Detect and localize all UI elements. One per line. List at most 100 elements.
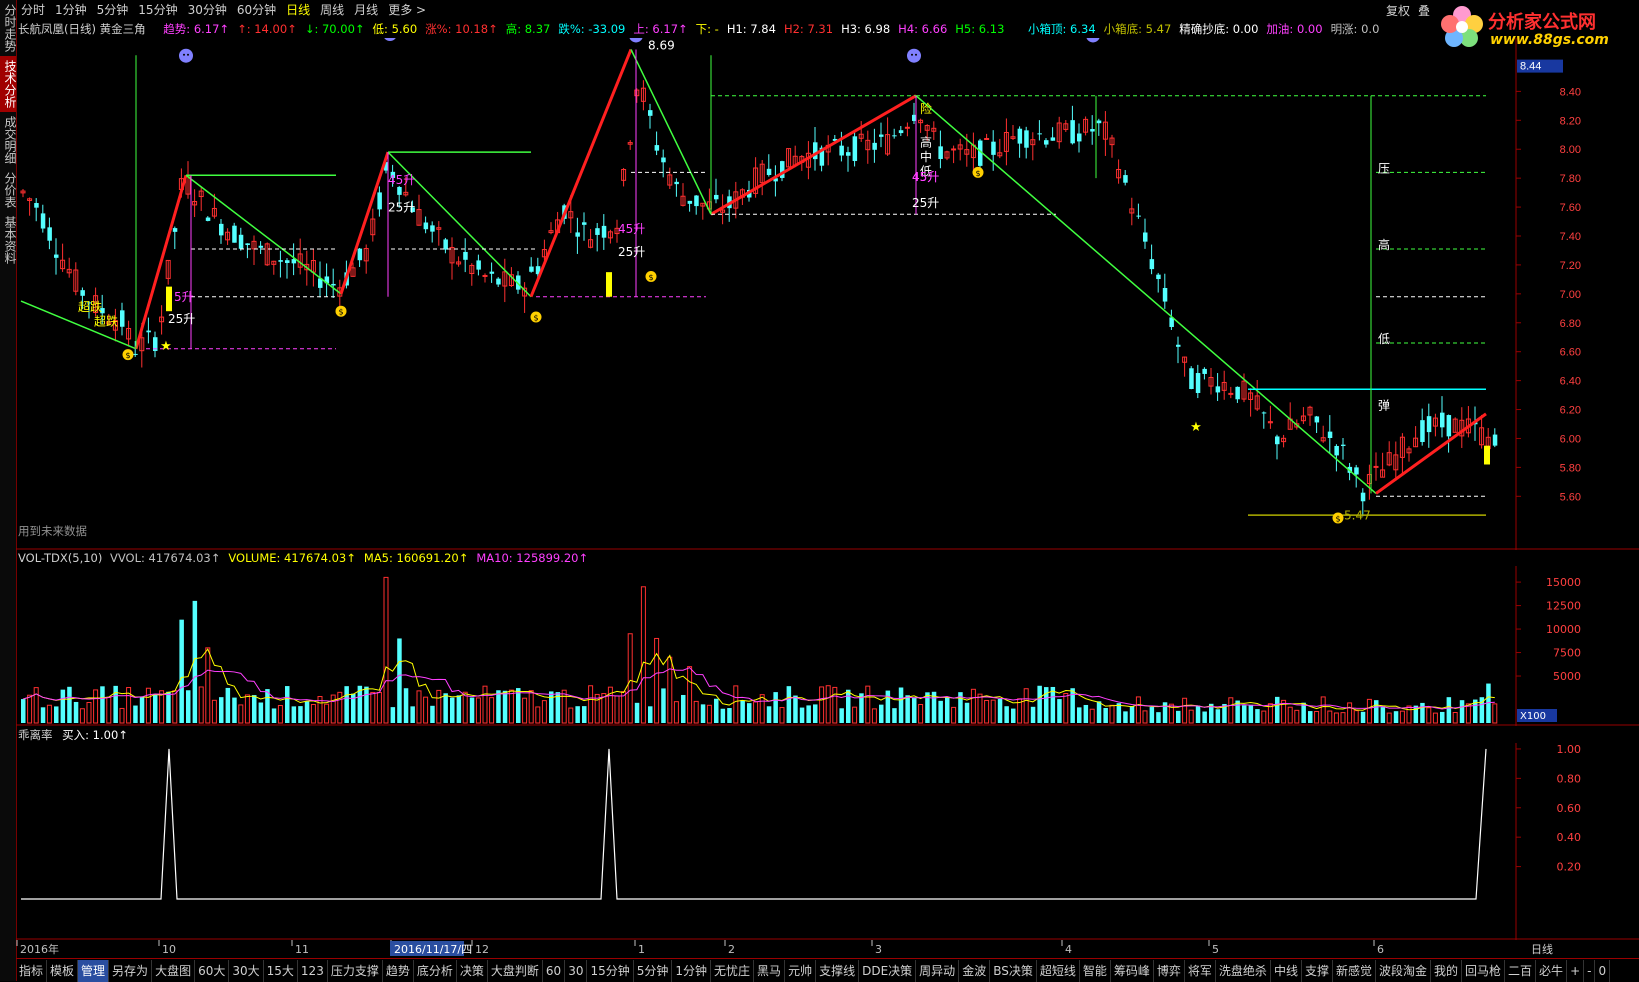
volume-bar — [654, 637, 660, 724]
sidebar-tab-2[interactable]: 成交明细 — [0, 112, 17, 168]
bottom-tab-21[interactable]: 元帅 — [785, 959, 817, 982]
bottom-tab-20[interactable]: 黑马 — [754, 959, 786, 982]
rise-45-label: 45升 — [912, 170, 939, 184]
right-button-1[interactable]: 叠 — [1418, 2, 1430, 19]
bottom-tab-2[interactable]: 管理 — [78, 959, 110, 982]
volume-chart[interactable]: 15000 12500 10000 7500 5000 X100 — [16, 566, 1639, 726]
bottom-tab-6[interactable]: 30大 — [229, 959, 264, 982]
low-price-label: 5.47 — [1344, 508, 1371, 522]
bottom-tab-19[interactable]: 无忧庄 — [711, 959, 755, 982]
bottom-tab-8[interactable]: 123 — [298, 959, 328, 982]
bottom-tab-30[interactable]: 博弈 — [1154, 959, 1185, 982]
sidebar-tab-4[interactable]: 基本资料 — [0, 212, 17, 268]
bottom-tab-13[interactable]: 大盘判断 — [488, 959, 543, 982]
bottom-tab-24[interactable]: 周异动 — [916, 959, 960, 982]
timeframe-tab-3[interactable]: 15分钟 — [133, 0, 182, 20]
timeframe-tab-4[interactable]: 30分钟 — [183, 0, 232, 20]
volume-bar — [73, 701, 79, 723]
bottom-tab-10[interactable]: 趋势 — [383, 959, 414, 982]
deviation-chart[interactable]: 1.00 0.80 0.60 0.40 0.20 — [16, 743, 1639, 940]
candle-body — [582, 222, 587, 225]
candle-body — [1195, 373, 1201, 393]
bottom-tab-22[interactable]: 支撑线 — [816, 959, 860, 982]
bottom-tab-14[interactable]: 60 — [543, 959, 566, 982]
volume-bar — [1446, 697, 1452, 723]
bottom-tab-3[interactable]: 另存为 — [109, 959, 153, 982]
bottom-tab-35[interactable]: 新感觉 — [1333, 959, 1376, 982]
timeframe-tab-0[interactable]: 分时 — [16, 0, 50, 20]
current-price-label: 8.44 — [1520, 61, 1541, 73]
bottom-tab-36[interactable]: 波段淘金 — [1376, 959, 1431, 982]
timeframe-tab-2[interactable]: 5分钟 — [92, 0, 134, 20]
volume-bar — [436, 689, 442, 724]
timeframe-tab-9[interactable]: 更多 > — [383, 0, 431, 20]
date-label: 4 — [1065, 943, 1072, 956]
bottom-tab-9[interactable]: 压力支撑 — [328, 959, 383, 982]
bottom-tab-25[interactable]: 金波 — [959, 959, 991, 982]
bottom-tab-39[interactable]: 二百 — [1505, 959, 1537, 982]
money-bag-icon: $ — [122, 349, 134, 361]
money-bag-symbol: $ — [975, 169, 980, 178]
bottom-tab-29[interactable]: 筹码峰 — [1111, 959, 1154, 982]
candlestick-chart[interactable]: 8.40 8.20 8.00 7.80 7.60 7.40 7.20 7.00 6.80 6.60… — [16, 38, 1639, 550]
bottom-tab-38[interactable]: 回马枪 — [1462, 959, 1506, 982]
future-data-note: 用到未来数据 — [18, 524, 87, 538]
zoom-button-0[interactable]: + — [1567, 959, 1585, 982]
right-button-0[interactable]: 复权 — [1386, 2, 1410, 19]
volume-bar — [430, 705, 435, 723]
bottom-tab-15[interactable]: 30 — [565, 959, 588, 982]
sidebar-tab-0[interactable]: 分时走势 — [0, 0, 17, 56]
bottom-tab-11[interactable]: 底分析 — [414, 959, 457, 982]
zoom-button-1[interactable]: - — [1584, 959, 1596, 982]
bottom-tab-26[interactable]: BS决策 — [990, 959, 1037, 982]
bottom-tab-34[interactable]: 支撑 — [1302, 959, 1333, 982]
candle-body — [146, 330, 151, 333]
bottom-tab-40[interactable]: 必牛 — [1536, 959, 1568, 982]
peak-face-icon — [629, 38, 643, 43]
candle-body — [1327, 431, 1333, 438]
bottom-tab-37[interactable]: 我的 — [1431, 959, 1463, 982]
volume-bar — [773, 692, 778, 723]
bottom-tab-16[interactable]: 15分钟 — [587, 959, 634, 982]
zoom-button-2[interactable]: 0 — [1595, 959, 1611, 982]
deviation-tick-label: 1.00 — [1557, 743, 1582, 756]
volume-bar — [198, 686, 204, 724]
candle-body — [238, 234, 244, 249]
left-sidebar: 分时走势 技术分析 成交明细 分价表 基本资料 — [0, 0, 17, 981]
bottom-tab-4[interactable]: 大盘图 — [152, 959, 196, 982]
candle-body — [1143, 232, 1148, 242]
volume-bar — [825, 685, 831, 724]
bottom-tab-33[interactable]: 中线 — [1271, 959, 1302, 982]
volume-bar — [648, 706, 653, 723]
bottom-tab-7[interactable]: 15大 — [264, 959, 298, 982]
volume-bar — [450, 697, 455, 723]
volume-bar — [1380, 707, 1386, 723]
timeframe-tab-8[interactable]: 月线 — [349, 0, 383, 20]
bottom-tab-32[interactable]: 洗盘绝杀 — [1216, 959, 1271, 982]
bottom-tab-18[interactable]: 1分钟 — [672, 959, 712, 982]
bottom-tab-31[interactable]: 将军 — [1185, 959, 1216, 982]
bottom-tab-0[interactable]: 指标 — [16, 959, 48, 982]
timeframe-tab-1[interactable]: 1分钟 — [50, 0, 92, 20]
volume-bar — [133, 705, 138, 723]
timeframe-tab-5[interactable]: 60分钟 — [232, 0, 281, 20]
candle-body — [846, 152, 851, 156]
bottom-tab-23[interactable]: DDE决策 — [859, 959, 917, 982]
bottom-tab-12[interactable]: 决策 — [457, 959, 488, 982]
candle-body — [898, 130, 904, 134]
bottom-tab-5[interactable]: 60大 — [195, 959, 230, 982]
bottom-tab-27[interactable]: 超短线 — [1037, 959, 1080, 982]
sidebar-tab-1[interactable]: 技术分析 — [0, 56, 17, 112]
money-bag-symbol: $ — [1335, 515, 1340, 524]
sidebar-tab-3[interactable]: 分价表 — [0, 168, 17, 212]
bottom-tab-1[interactable]: 模板 — [47, 959, 79, 982]
bottom-tab-28[interactable]: 智能 — [1080, 959, 1111, 982]
volume-bar — [1162, 702, 1168, 723]
volume-bar — [1011, 708, 1016, 723]
timeframe-tab-6[interactable]: 日线 — [281, 0, 315, 20]
bottom-tab-17[interactable]: 5分钟 — [634, 959, 673, 982]
signal-bar — [1484, 445, 1490, 465]
volume-bar — [1176, 710, 1181, 723]
volume-tick-label: 12500 — [1546, 600, 1581, 613]
timeframe-tab-7[interactable]: 周线 — [315, 0, 349, 20]
